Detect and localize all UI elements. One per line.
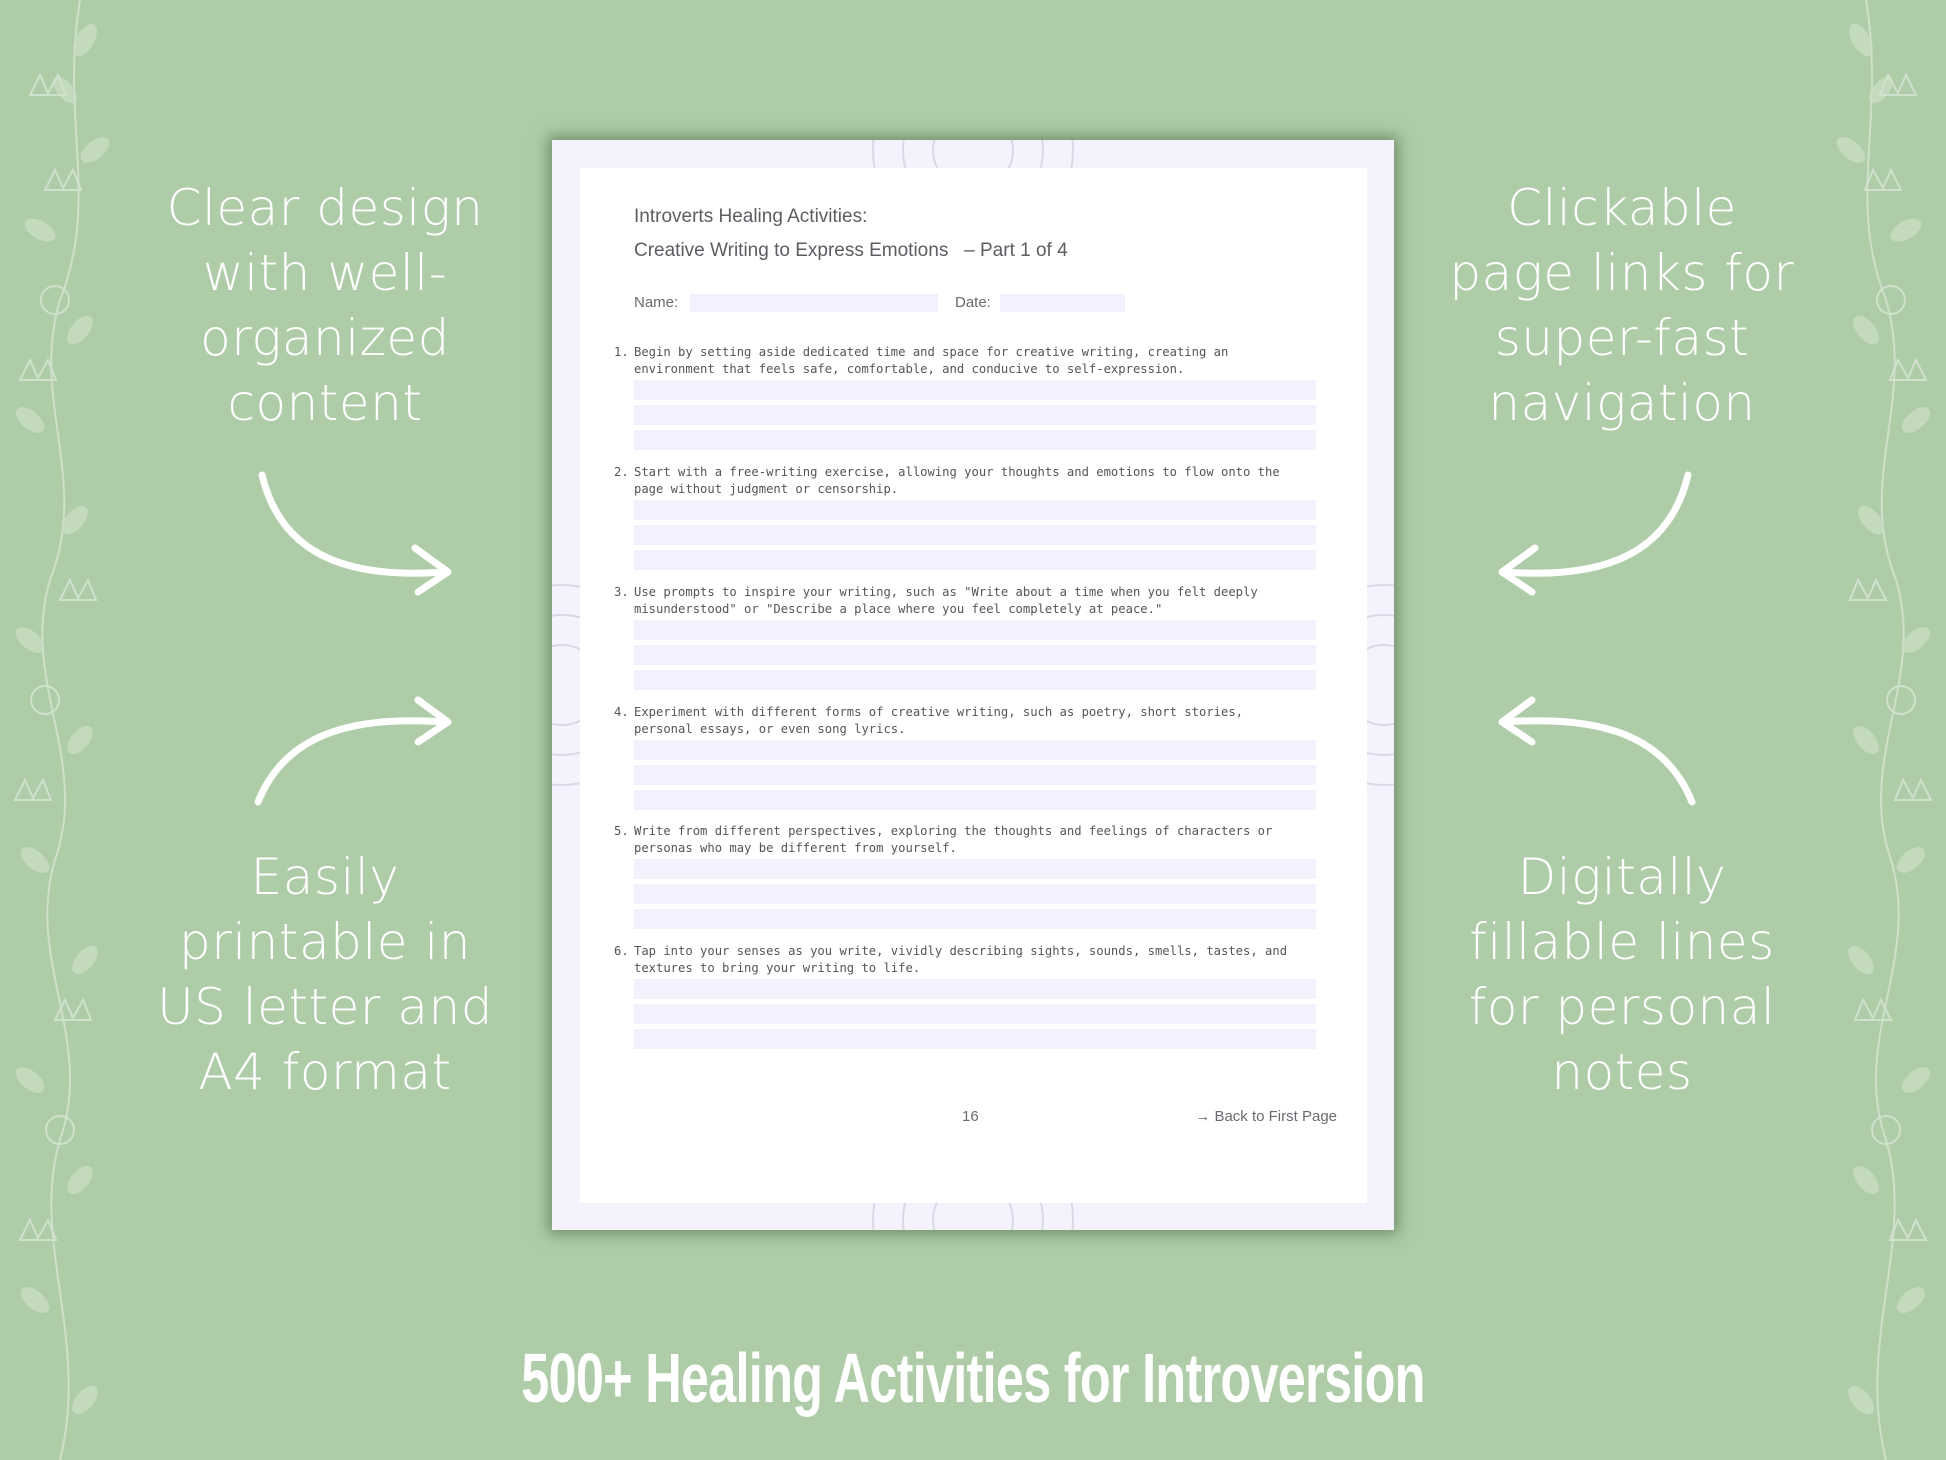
- fillable-line[interactable]: [634, 550, 1316, 570]
- worksheet-content: Introverts Healing Activities: Creative …: [580, 168, 1367, 1203]
- item-text: Use prompts to inspire your writing, suc…: [634, 585, 1258, 599]
- headline-title: 500+ Healing Activities for Introversion: [521, 1339, 1425, 1417]
- callout-line: printable in: [179, 913, 471, 971]
- callout-line: Clear design: [166, 179, 484, 237]
- callout-line: Easily: [250, 848, 400, 906]
- name-field[interactable]: [690, 294, 938, 312]
- callout-line: A4 format: [198, 1043, 452, 1101]
- item-text: page without judgment or censorship.: [634, 481, 899, 496]
- item-text: Start with a free-writing exercise, allo…: [634, 465, 1280, 479]
- callout-line: Clickable: [1507, 179, 1737, 237]
- item-number: 3.: [614, 585, 629, 599]
- item-number: 4.: [614, 705, 629, 719]
- date-field[interactable]: [1000, 294, 1125, 312]
- fillable-line[interactable]: [634, 740, 1316, 760]
- item-text: Write from different perspectives, explo…: [634, 824, 1273, 838]
- fillable-line[interactable]: [634, 645, 1316, 665]
- fillable-line[interactable]: [634, 430, 1316, 450]
- item-number: 1.: [614, 345, 629, 359]
- curved-arrow-icon: [258, 471, 452, 596]
- item-text: environment that feels safe, comfortable…: [634, 361, 1185, 376]
- item-text: Begin by setting aside dedicated time an…: [634, 345, 1229, 359]
- fillable-line[interactable]: [634, 1004, 1316, 1024]
- callout-fillable-lines: Digitally fillable lines for personal no…: [1422, 845, 1822, 1105]
- item-text: Experiment with different forms of creat…: [634, 705, 1244, 719]
- item-text: misunderstood" or "Describe a place wher…: [634, 601, 1163, 616]
- fillable-line[interactable]: [634, 525, 1316, 545]
- callout-line: for personal: [1468, 978, 1776, 1036]
- fillable-line[interactable]: [634, 859, 1316, 879]
- item-number: 2.: [614, 465, 629, 479]
- fillable-line[interactable]: [634, 979, 1316, 999]
- callout-line: content: [227, 374, 423, 432]
- callout-line: fillable lines: [1469, 913, 1775, 971]
- back-to-first-page-link[interactable]: → Back to First Page: [1195, 1108, 1337, 1125]
- item-number: 6.: [614, 944, 629, 958]
- worksheet-subtitle: Creative Writing to Express Emotions – P…: [634, 240, 1068, 261]
- callout-line: organized: [200, 309, 450, 367]
- callout-line: super-fast: [1494, 309, 1750, 367]
- callout-line: with well-: [202, 244, 448, 302]
- fillable-line[interactable]: [634, 620, 1316, 640]
- floral-vine-decoration-left: [13, 0, 110, 1460]
- fillable-line[interactable]: [634, 909, 1316, 929]
- fillable-line[interactable]: [634, 884, 1316, 904]
- fillable-line[interactable]: [634, 380, 1316, 400]
- name-label: Name:: [634, 294, 679, 311]
- callout-line: Digitally: [1517, 848, 1727, 906]
- curved-arrow-icon: [254, 696, 452, 806]
- callout-line: US letter and: [157, 978, 493, 1036]
- callout-printable: Easily printable in US letter and A4 for…: [125, 845, 525, 1105]
- item-number: 5.: [614, 824, 629, 838]
- date-label: Date:: [955, 294, 991, 311]
- worksheet-page: Introverts Healing Activities: Creative …: [552, 140, 1394, 1230]
- fillable-line[interactable]: [634, 500, 1316, 520]
- floral-vine-decoration-right: [1836, 0, 1933, 1460]
- fillable-line[interactable]: [634, 670, 1316, 690]
- callout-clear-design: Clear design with well- organized conten…: [125, 176, 525, 436]
- item-text: personal essays, or even song lyrics.: [634, 721, 906, 736]
- callout-clickable-links: Clickable page links for super-fast navi…: [1422, 176, 1822, 436]
- item-text: Tap into your senses as you write, vivid…: [634, 944, 1288, 958]
- callout-line: notes: [1551, 1043, 1693, 1101]
- callout-line: navigation: [1488, 374, 1756, 432]
- fillable-line[interactable]: [634, 790, 1316, 810]
- worksheet-title: Introverts Healing Activities:: [634, 206, 868, 227]
- item-text: textures to bring your writing to life.: [634, 960, 921, 975]
- fillable-line[interactable]: [634, 765, 1316, 785]
- page-number: 16: [962, 1108, 979, 1125]
- fillable-line[interactable]: [634, 405, 1316, 425]
- fillable-line[interactable]: [634, 1029, 1316, 1049]
- curved-arrow-icon: [1498, 696, 1696, 806]
- curved-arrow-icon: [1498, 471, 1692, 596]
- item-text: personas who may be different from yours…: [634, 840, 957, 855]
- callout-line: page links for: [1449, 244, 1795, 302]
